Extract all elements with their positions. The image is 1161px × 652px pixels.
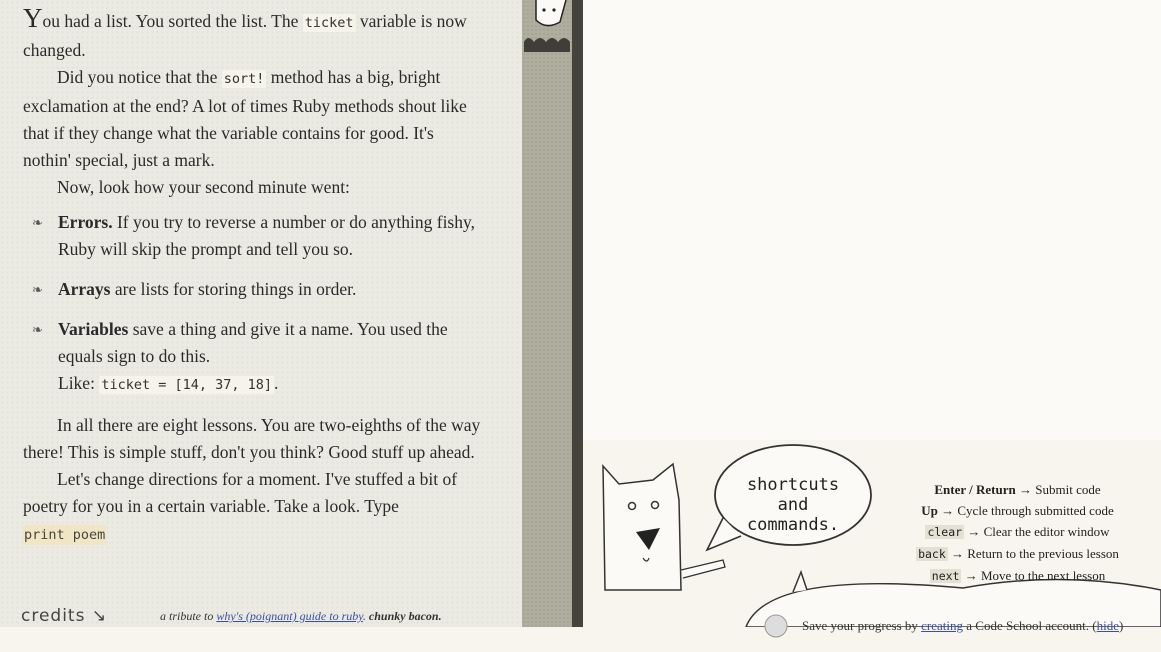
shortcut-row: clear → Clear the editor window <box>925 524 1110 539</box>
lesson-paragraph: You had a list. You sorted the list. The… <box>23 3 467 61</box>
credits-link[interactable]: credits ↘ <box>21 606 107 626</box>
pointing-hand-icon: ❧ <box>32 215 43 230</box>
lesson-paragraph: Now, look how your second minute went: <box>57 177 350 197</box>
lesson-body: You had a list. You sorted the list. The… <box>23 3 483 549</box>
lesson-scrollbar[interactable] <box>522 0 572 627</box>
inline-code-example: ticket = [14, 37, 18] <box>99 376 274 394</box>
summary-list: ❧ Errors. If you try to reverse a number … <box>23 209 483 399</box>
command-print-poem[interactable]: print poem <box>23 525 107 545</box>
hide-link[interactable]: hide <box>1097 618 1119 633</box>
lesson-paragraph: In all there are eight lessons. You are … <box>23 415 481 462</box>
list-item: ❧ Arrays are lists for storing things in … <box>23 276 483 303</box>
drop-cap: Y <box>23 3 43 33</box>
fox-peek-icon <box>524 0 570 52</box>
lesson-panel: You had a list. You sorted the list. The… <box>0 0 522 627</box>
inline-code-sort: sort! <box>221 70 267 88</box>
command-line: print poem <box>23 520 483 549</box>
lesson-paragraph: Did you notice that the sort! method has… <box>23 67 467 170</box>
shortcut-row: next → Move to the next lesson <box>929 568 1106 583</box>
shortcut-row: Up → Cycle through submitted code <box>921 503 1114 518</box>
inline-code-ticket: ticket <box>302 14 356 32</box>
pointing-hand-icon: ❧ <box>32 282 43 297</box>
shortcuts-bubble: shortcuts and commands. <box>746 475 840 535</box>
panel-divider[interactable] <box>572 0 583 627</box>
tribute-text: a tribute to why's (poignant) guide to r… <box>160 609 442 623</box>
list-item: ❧ Errors. If you try to reverse a number … <box>23 209 483 263</box>
lesson-paragraph: Let's change directions for a moment. I'… <box>23 469 458 516</box>
create-account-link[interactable]: creating <box>921 618 963 633</box>
arrow-icon: ↘ <box>91 606 108 626</box>
shortcut-list: Enter / Return → Submit code Up → Cycle … <box>890 479 1145 587</box>
save-progress-bar: Save your progress by creating a Code Sc… <box>752 596 1161 638</box>
shortcut-row: back → Return to the previous lesson <box>916 546 1119 561</box>
pointing-hand-icon: ❧ <box>32 322 43 337</box>
list-item: ❧ Variables save a thing and give it a na… <box>23 316 483 399</box>
shortcut-row: Enter / Return → Submit code <box>934 482 1101 497</box>
code-editor[interactable] <box>583 0 1161 440</box>
badge-icon <box>764 614 788 638</box>
tribute-link[interactable]: why's (poignant) guide to ruby <box>216 609 363 623</box>
